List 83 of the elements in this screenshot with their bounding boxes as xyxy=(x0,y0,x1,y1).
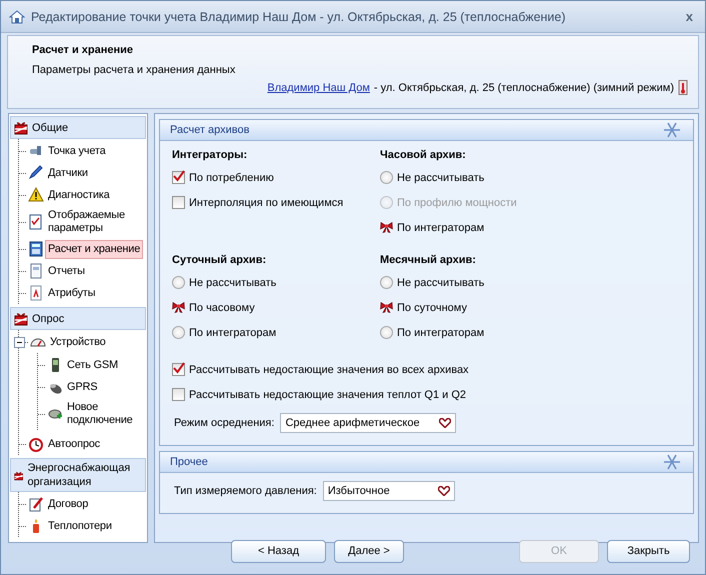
radio-button[interactable] xyxy=(172,326,185,339)
option-label: По интеграторам xyxy=(397,326,484,338)
option-label: По интеграторам xyxy=(189,326,276,338)
section-title: Интеграторы: xyxy=(172,149,248,161)
option-label: По суточному xyxy=(397,302,467,314)
group-label: Опрос xyxy=(32,312,64,326)
checkbox[interactable] xyxy=(172,171,185,184)
checklist-icon xyxy=(28,214,44,230)
section-title: Месячный архив: xyxy=(380,254,477,266)
tree-group-header[interactable]: Энергоснабжающая организация xyxy=(10,458,146,492)
thermometer-icon xyxy=(678,80,688,95)
checkbox[interactable] xyxy=(172,196,185,209)
bow-icon[interactable] xyxy=(172,302,185,313)
tree-item[interactable]: Договор xyxy=(45,494,92,514)
page-subtitle: Параметры расчета и хранения данных xyxy=(32,64,236,76)
radio-button[interactable] xyxy=(172,276,185,289)
pen-icon xyxy=(28,165,44,181)
tree-item[interactable]: Атрибуты xyxy=(45,284,98,302)
tree-item[interactable]: Сеть GSM xyxy=(64,356,121,374)
pencil-icon xyxy=(28,496,44,512)
tree-item[interactable]: Отображаемые параметры xyxy=(45,206,146,238)
tick-icon xyxy=(173,362,185,374)
window-title: Редактирование точки учета Владимир Наш Дом - ул. Октябрьская, д. 25 (теплоснабжение) xyxy=(31,10,567,24)
option-label: Не рассчитывать xyxy=(397,276,484,288)
collapse-toggle[interactable] xyxy=(14,336,25,348)
checkbox[interactable] xyxy=(172,363,185,376)
alarm-clock-icon xyxy=(28,436,44,452)
section-title: Часовой архив: xyxy=(380,149,467,161)
house-icon xyxy=(9,8,25,24)
warning-icon xyxy=(28,187,44,203)
radio-button[interactable] xyxy=(380,171,393,184)
gift-icon xyxy=(14,311,28,326)
tree-group-header[interactable]: Опрос xyxy=(10,307,146,330)
calculator-icon xyxy=(28,241,44,257)
option-label: По потреблению xyxy=(189,172,274,184)
tree-item[interactable]: Теплопотери xyxy=(45,516,115,536)
gift-icon xyxy=(14,120,28,135)
document-icon xyxy=(28,285,44,301)
location-link[interactable]: Владимир Наш Дом xyxy=(267,82,370,94)
section-title: Суточный архив: xyxy=(172,254,268,266)
dialog-button[interactable]: Закрыть xyxy=(607,540,690,562)
checkbox[interactable] xyxy=(172,388,185,401)
tree-item[interactable]: Отчеты xyxy=(45,262,88,280)
group-label: Энергоснабжающая организация xyxy=(27,461,132,489)
panel-title: Расчет архивов xyxy=(170,124,250,136)
tree-item[interactable]: Диагностика xyxy=(45,186,113,204)
option-label: Рассчитывать недостающие значения теплот Q1 и Q2 xyxy=(189,388,466,400)
tree-item[interactable]: Точка учета xyxy=(45,142,109,160)
tree-item[interactable]: GPRS xyxy=(64,378,100,396)
bow-icon[interactable] xyxy=(380,222,393,233)
document-icon xyxy=(28,263,44,279)
field-label: Тип измеряемого давления: xyxy=(174,485,317,497)
option-label: Рассчитывать недостающие значения во всех архивах xyxy=(189,364,469,376)
option-label: По профилю мощности xyxy=(397,196,517,208)
option-label: По часовому xyxy=(189,302,255,314)
tree-item[interactable]: Расчет и хранение xyxy=(45,240,144,258)
group-label: Общие xyxy=(32,120,68,134)
field-label: Режим осреднения: xyxy=(174,417,274,429)
radio-button[interactable] xyxy=(380,326,393,339)
option-label: По интеграторам xyxy=(397,222,484,234)
tree-item[interactable]: Новое подключение xyxy=(64,398,146,430)
snowflake-icon xyxy=(661,121,683,139)
radio-button[interactable] xyxy=(380,276,393,289)
averaging-dropdown[interactable]: Среднее арифметическое xyxy=(280,413,456,433)
tick-icon xyxy=(173,170,185,182)
option-label: Не рассчитывать xyxy=(189,276,276,288)
panel-title: Прочее xyxy=(170,456,208,468)
heart-icon xyxy=(438,486,450,496)
dialog-button[interactable]: Далее > xyxy=(334,540,404,562)
close-button[interactable]: x xyxy=(682,9,697,24)
heart-icon xyxy=(439,418,452,428)
tree-item[interactable]: Устройство xyxy=(47,332,109,352)
option-label: Интерполяция по имеющимся xyxy=(189,196,344,208)
tree-group-header[interactable]: Общие xyxy=(10,116,146,139)
dialog-button[interactable]: < Назад xyxy=(231,540,326,562)
option-label: Не рассчитывать xyxy=(397,172,484,184)
bow-icon[interactable] xyxy=(380,302,393,313)
snowflake-icon xyxy=(661,453,683,471)
pressure-dropdown[interactable]: Избыточное xyxy=(322,481,455,501)
page-title: Расчет и хранение xyxy=(32,44,134,56)
tree-item[interactable]: Автоопрос xyxy=(45,434,103,454)
location-text: - ул. Октябрьская, д. 25 (теплоснабжение) (зимний режим) xyxy=(374,82,674,94)
tree-item[interactable]: Датчики xyxy=(45,164,91,182)
